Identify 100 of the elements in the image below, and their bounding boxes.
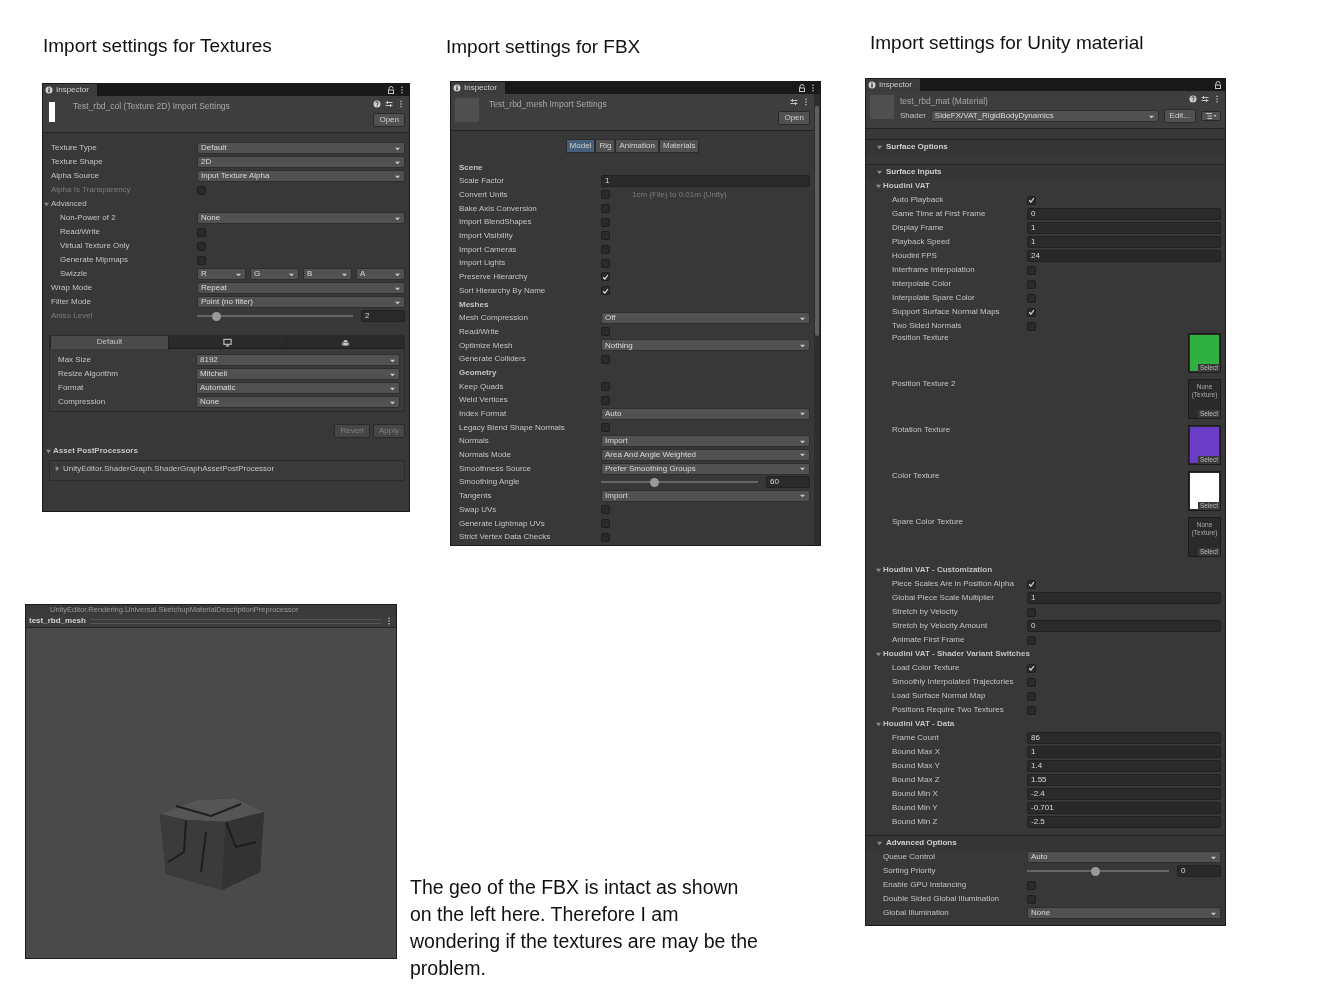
dropdown[interactable]: Automatic	[196, 382, 400, 394]
checkbox[interactable]	[1027, 705, 1036, 715]
checkbox[interactable]	[601, 204, 610, 213]
number-field[interactable]: 1	[601, 175, 810, 188]
dropdown[interactable]: Area And Angle Weighted	[601, 448, 810, 461]
platform-tab[interactable]	[286, 336, 404, 349]
inspector-tab[interactable]: Inspector	[866, 79, 920, 91]
number-field[interactable]: 1.55	[1027, 774, 1221, 787]
number-field[interactable]: -2.4	[1027, 788, 1221, 801]
dropdown[interactable]: Repeat	[197, 282, 405, 294]
settings-icon[interactable]	[790, 98, 798, 106]
slider-thumb[interactable]	[1091, 866, 1101, 876]
number-field[interactable]: 0	[1177, 865, 1221, 878]
checkbox[interactable]	[601, 190, 610, 200]
settings-icon[interactable]	[385, 100, 393, 108]
dropdown[interactable]: Auto	[601, 407, 810, 420]
dropdown[interactable]: None	[197, 212, 405, 224]
number-field[interactable]: 1	[1027, 746, 1221, 759]
kebab-menu-icon[interactable]	[398, 86, 406, 94]
number-field[interactable]: -2.5	[1027, 816, 1221, 829]
settings-icon[interactable]	[1201, 95, 1209, 103]
checkbox[interactable]	[601, 505, 610, 515]
dropdown[interactable]: Mitchell	[196, 368, 400, 380]
number-field[interactable]: 1	[1027, 592, 1221, 605]
inspector-tab[interactable]: Inspector	[43, 84, 97, 96]
number-field[interactable]: 24	[1027, 250, 1221, 263]
checkbox[interactable]	[601, 395, 610, 405]
number-field[interactable]: 1	[1027, 236, 1221, 249]
help-icon[interactable]	[1189, 95, 1197, 103]
checkbox[interactable]	[1027, 663, 1036, 673]
dropdown[interactable]: None	[1027, 907, 1221, 920]
checkbox[interactable]	[1027, 579, 1036, 589]
checkbox[interactable]	[1027, 677, 1036, 687]
checkbox[interactable]	[601, 423, 610, 432]
shader-dropdown[interactable]: SideFX/VAT_RigidBodyDynamics	[930, 110, 1159, 123]
tab[interactable]: Rig	[595, 139, 616, 153]
open-button[interactable]: Open	[373, 113, 405, 127]
foldout-header[interactable]: Houdini VAT - Data	[866, 717, 955, 732]
foldout-header[interactable]: Advanced	[43, 197, 87, 211]
checkbox[interactable]	[1027, 880, 1036, 890]
checkbox[interactable]	[601, 354, 610, 364]
tab[interactable]: Animation	[615, 139, 659, 153]
open-button[interactable]: Open	[778, 111, 810, 125]
dropdown[interactable]: Import	[601, 489, 810, 502]
checkbox[interactable]	[601, 286, 610, 296]
edit-button[interactable]: Edit...	[1163, 109, 1196, 124]
foldout-header[interactable]: Houdini VAT - Shader Variant Switches	[866, 647, 1030, 662]
dropdown[interactable]: None	[196, 396, 400, 408]
kebab-menu-icon[interactable]	[1213, 95, 1221, 103]
lock-icon[interactable]	[1214, 81, 1222, 89]
checkbox[interactable]	[1027, 691, 1036, 701]
dropdown[interactable]: B	[303, 268, 352, 280]
checkbox[interactable]	[601, 272, 610, 282]
dropdown[interactable]: Off	[601, 312, 810, 324]
dropdown[interactable]: Default	[197, 142, 405, 154]
dropdown[interactable]: Import	[601, 435, 810, 448]
scrollbar[interactable]	[814, 94, 820, 545]
section-header[interactable]: Surface Inputs	[866, 165, 942, 180]
kebab-menu-icon[interactable]	[385, 617, 393, 625]
number-field[interactable]: 0	[1027, 620, 1221, 633]
checkbox[interactable]	[1027, 265, 1036, 275]
dropdown[interactable]: Point (no filter)	[197, 296, 405, 308]
dropdown[interactable]: G	[250, 268, 299, 280]
slider-thumb[interactable]	[650, 477, 660, 487]
kebab-menu-icon[interactable]	[397, 100, 405, 108]
dropdown[interactable]: A	[356, 268, 405, 280]
lock-icon[interactable]	[798, 84, 806, 92]
checkbox[interactable]	[1027, 195, 1036, 205]
section-header[interactable]: Advanced Options	[866, 836, 957, 851]
platform-tab[interactable]	[168, 336, 286, 349]
checkbox[interactable]	[601, 327, 610, 337]
number-field[interactable]: 1.4	[1027, 760, 1221, 773]
number-field[interactable]: 86	[1027, 732, 1221, 745]
dropdown[interactable]: 2D	[197, 156, 405, 168]
checkbox[interactable]	[1027, 635, 1036, 645]
tab[interactable]: Model	[565, 139, 596, 153]
section-header[interactable]: Asset PostProcessors	[43, 444, 409, 458]
dropdown[interactable]: Prefer Smoothing Groups	[601, 462, 810, 475]
foldout-header[interactable]: Houdini VAT - Customization	[866, 563, 993, 578]
checkbox[interactable]	[601, 231, 610, 241]
number-field[interactable]: -0.701	[1027, 802, 1221, 815]
checkbox[interactable]	[197, 241, 206, 251]
checkbox[interactable]	[601, 381, 610, 391]
checkbox[interactable]	[1027, 894, 1036, 904]
checkbox[interactable]	[601, 518, 610, 528]
checkbox[interactable]	[601, 217, 610, 227]
dropdown[interactable]: Nothing	[601, 339, 810, 352]
foldout-header[interactable]: Houdini VAT	[866, 179, 930, 194]
inspector-tab[interactable]: Inspector	[451, 82, 505, 94]
dropdown[interactable]: Input Texture Alpha	[197, 170, 405, 182]
tab[interactable]: Materials	[658, 139, 700, 153]
number-field[interactable]: 60	[766, 476, 810, 489]
number-field[interactable]: 1	[1027, 222, 1221, 235]
dropdown[interactable]: R	[197, 268, 246, 280]
lock-icon[interactable]	[387, 86, 395, 94]
kebab-menu-icon[interactable]	[809, 84, 817, 92]
checkbox[interactable]	[1027, 293, 1036, 303]
dropdown[interactable]: 8192	[196, 354, 400, 366]
checkbox[interactable]	[601, 258, 610, 268]
help-icon[interactable]	[373, 100, 381, 108]
